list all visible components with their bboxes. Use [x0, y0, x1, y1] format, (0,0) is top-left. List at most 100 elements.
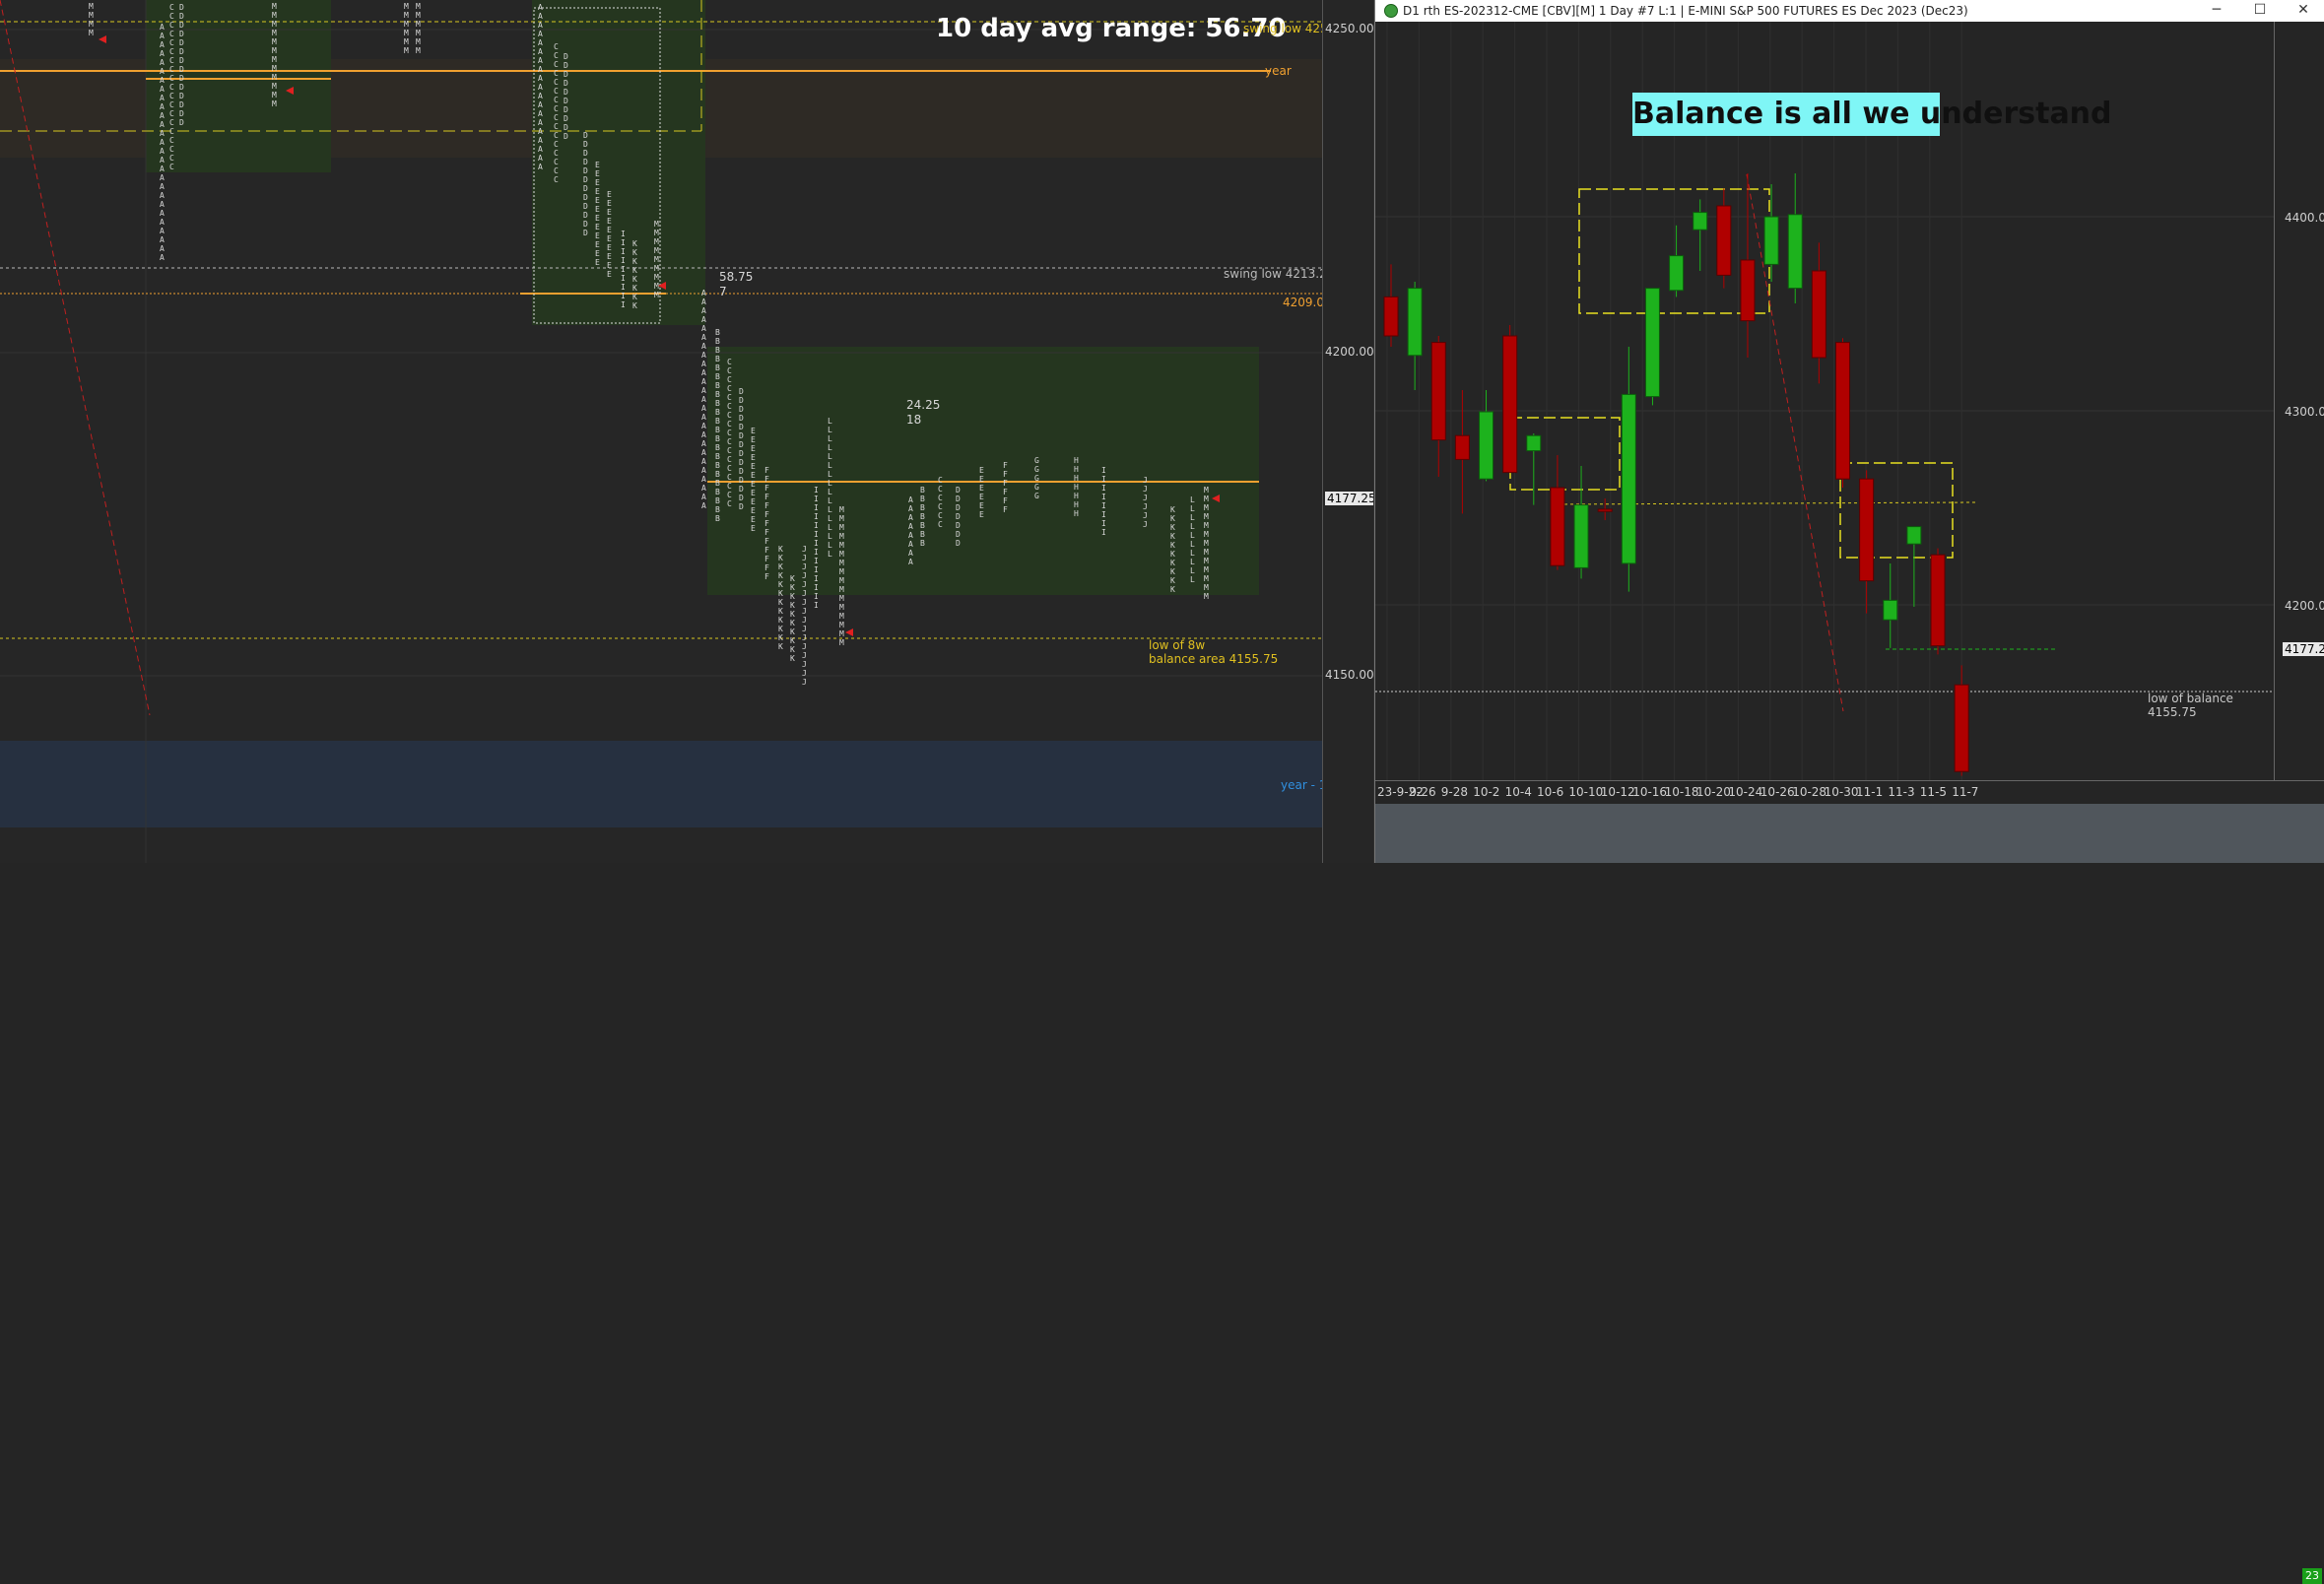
- tpo-letter: D: [179, 12, 184, 21]
- market-profile-chart[interactable]: MMMMMAAAAAAAAAAAAAAAAAAAAAAAAAAACCCCCCCC…: [0, 0, 1322, 863]
- tpo-letter: M: [839, 532, 844, 541]
- tpo-letter: L: [828, 505, 832, 514]
- tpo-letter: B: [715, 328, 720, 337]
- tpo-letter: K: [790, 610, 795, 619]
- tpo-letter: H: [1074, 492, 1079, 500]
- tpo-letter: A: [160, 147, 165, 156]
- tpo-letter: A: [908, 522, 913, 531]
- tpo-letter: M: [654, 237, 659, 246]
- tpo-letter: B: [715, 381, 720, 390]
- candle-body: [1526, 434, 1542, 452]
- tpo-letter: E: [607, 270, 612, 279]
- tpo-letter: A: [160, 200, 165, 209]
- tpo-letter: C: [554, 166, 559, 175]
- stat-block-1: 58.75 7: [719, 270, 753, 299]
- tpo-letter: C: [554, 175, 559, 184]
- price-tick: 4150.00: [1325, 668, 1374, 682]
- tpo-letter: I: [1101, 484, 1106, 493]
- candle-plot-area[interactable]: Balance is all we understand low of bala…: [1375, 22, 2274, 780]
- tpo-letter: H: [1074, 509, 1079, 518]
- tpo-letter: M: [416, 37, 421, 46]
- tpo-letter: F: [764, 466, 769, 475]
- tpo-letter: J: [802, 598, 807, 607]
- tpo-letter: M: [839, 638, 844, 647]
- tpo-letter: J: [802, 589, 807, 598]
- tpo-letter: A: [701, 342, 706, 351]
- left-price-axis[interactable]: 4250.00 4200.00 4150.00 4177.25: [1322, 0, 1378, 863]
- tpo-letter: A: [160, 253, 165, 262]
- daily-chart-window[interactable]: D1 rth ES-202312-CME [CBV][M] 1 Day #7 L…: [1374, 0, 2324, 1584]
- tpo-letter: A: [538, 21, 543, 30]
- tpo-letter: B: [715, 461, 720, 470]
- level-4209-label: 4209.00: [1283, 296, 1322, 309]
- tpo-letter: K: [1170, 514, 1175, 523]
- tpo-letter: E: [751, 524, 756, 533]
- tpo-letter: F: [764, 546, 769, 555]
- tpo-letter: C: [169, 21, 174, 30]
- tpo-letter: A: [701, 306, 706, 315]
- tpo-letter: K: [778, 562, 783, 571]
- tpo-letter: B: [920, 495, 925, 503]
- tpo-letter: C: [554, 149, 559, 158]
- tpo-letter: M: [839, 523, 844, 532]
- tpo-letter: B: [920, 539, 925, 548]
- date-tick: 10-26: [1760, 785, 1795, 799]
- corner-badge[interactable]: 23: [2302, 1568, 2322, 1584]
- close-button[interactable]: ✕: [2282, 0, 2324, 22]
- marker-arrow: [99, 35, 106, 43]
- tpo-letter: J: [1143, 520, 1148, 529]
- tpo-letter: M: [272, 46, 277, 55]
- tpo-letter: D: [564, 79, 568, 88]
- tpo-letter: A: [701, 422, 706, 430]
- tpo-letter: A: [701, 386, 706, 395]
- tpo-letter: M: [272, 11, 277, 20]
- tpo-letter: C: [169, 3, 174, 12]
- tpo-letter: C: [938, 494, 943, 502]
- tpo-letter: A: [908, 558, 913, 566]
- tpo-letter: I: [621, 230, 626, 238]
- tpo-letter: F: [764, 519, 769, 528]
- date-axis[interactable]: 23-9-22 9-26 9-28 10-2 10-4 10-6 10-10 10-12 10-…: [1375, 780, 2324, 1584]
- tpo-letter: I: [1101, 493, 1106, 501]
- tpo-letter: B: [715, 390, 720, 399]
- tpo-letter: L: [828, 496, 832, 505]
- tpo-letter: M: [654, 246, 659, 255]
- tpo-letter: A: [160, 102, 165, 111]
- tpo-letter: L: [1190, 575, 1195, 584]
- tpo-letter: D: [564, 123, 568, 132]
- price-tick: 4200.00: [2285, 599, 2324, 613]
- tpo-letter: L: [1190, 540, 1195, 549]
- minimize-button[interactable]: ─: [2195, 0, 2238, 22]
- tpo-letter: K: [1170, 523, 1175, 532]
- tpo-letter: K: [632, 266, 637, 275]
- tpo-letter: C: [169, 109, 174, 118]
- window-titlebar[interactable]: D1 rth ES-202312-CME [CBV][M] 1 Day #7 L…: [1375, 0, 2324, 22]
- tpo-letter: K: [1170, 576, 1175, 585]
- tpo-letter: D: [564, 88, 568, 97]
- tpo-letter: C: [169, 83, 174, 92]
- tpo-letter: A: [160, 182, 165, 191]
- stat-count: 7: [719, 285, 727, 298]
- tpo-letter: I: [814, 530, 819, 539]
- right-price-axis[interactable]: 4400.00 4300.00 4200.00 4177.25: [2274, 22, 2324, 780]
- maximize-button[interactable]: ☐: [2238, 0, 2282, 22]
- tpo-letter: K: [778, 554, 783, 562]
- tpo-letter: E: [607, 261, 612, 270]
- current-price-badge: 4177.25: [2283, 642, 2324, 656]
- tpo-letter: C: [938, 485, 943, 494]
- tpo-letter: M: [404, 11, 409, 20]
- tpo-letter: M: [404, 46, 409, 55]
- tpo-letter: C: [169, 38, 174, 47]
- tpo-letter: B: [715, 452, 720, 461]
- candle-body: [1787, 214, 1803, 290]
- date-tick: 10-12: [1600, 785, 1635, 799]
- tpo-letter: C: [554, 140, 559, 149]
- tpo-letter: A: [908, 513, 913, 522]
- tpo-letter: A: [160, 209, 165, 218]
- tpo-letter: D: [564, 132, 568, 141]
- tpo-letter: D: [739, 396, 744, 405]
- tpo-letter: C: [727, 366, 732, 375]
- tpo-letter: C: [727, 384, 732, 393]
- candle-body: [1954, 684, 1969, 772]
- tpo-letter: L: [828, 541, 832, 550]
